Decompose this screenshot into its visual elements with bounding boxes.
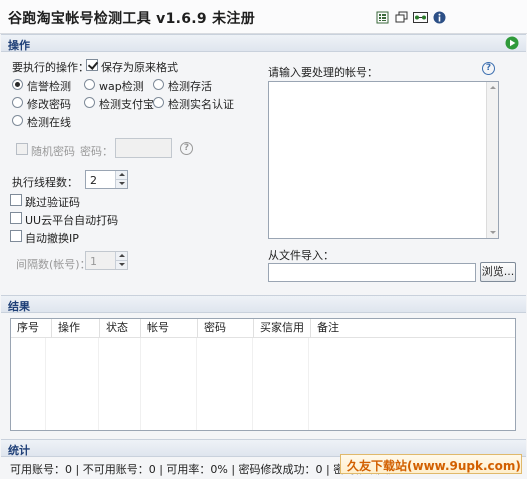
keep-format-label[interactable]: 保存为原来格式 (101, 59, 178, 75)
radio-check-alipay-label[interactable]: 检测支付宝 (99, 96, 154, 112)
accounts-label: 请输入要处理的帐号： (268, 66, 378, 79)
connection-icon[interactable] (413, 11, 428, 24)
radio-check-alive-label[interactable]: 检测存活 (168, 78, 212, 94)
column-divider (45, 338, 46, 430)
results-table[interactable]: 序号 操作 状态 帐号 密码 买家信用 备注 (10, 318, 516, 431)
column-divider (308, 338, 309, 430)
skip-captcha-label[interactable]: 跳过验证码 (25, 194, 80, 210)
browse-button[interactable]: 浏览... (480, 262, 516, 282)
import-file-field[interactable] (268, 263, 476, 282)
threads-stepper[interactable]: 2 (85, 170, 128, 189)
interval-label: 间隔数(帐号)： (16, 258, 91, 271)
threads-up-arrow[interactable] (116, 171, 127, 180)
auto-ip-checkbox[interactable] (10, 230, 22, 242)
results-section-header: 结果 (1, 295, 526, 313)
col-header-password[interactable]: 密码 (198, 319, 254, 338)
operation-section-title: 操作 (8, 39, 30, 52)
radio-change-password[interactable] (12, 97, 23, 108)
threads-value: 2 (90, 174, 97, 187)
radio-credit-check-label[interactable]: 信誉检测 (27, 78, 71, 94)
random-password-label: 随机密码 (31, 145, 75, 158)
radio-credit-check[interactable] (12, 79, 23, 90)
info-icon[interactable] (433, 11, 446, 24)
radio-check-alive[interactable] (153, 79, 164, 90)
skip-captcha-checkbox[interactable] (10, 194, 22, 206)
accounts-help-icon[interactable]: ? (482, 62, 495, 75)
threads-down-arrow[interactable] (116, 179, 127, 188)
col-header-status[interactable]: 状态 (100, 319, 141, 338)
radio-check-online[interactable] (12, 115, 23, 126)
threads-label: 执行线程数： (12, 176, 78, 189)
accounts-scrollbar[interactable] (486, 82, 498, 238)
radio-check-realname[interactable] (153, 97, 164, 108)
stats-section-title: 统计 (8, 444, 30, 457)
interval-value: 1 (90, 255, 97, 268)
interval-stepper[interactable]: 1 (85, 251, 128, 270)
play-icon[interactable] (505, 36, 519, 50)
col-header-account[interactable]: 帐号 (141, 319, 198, 338)
results-section-title: 结果 (8, 300, 30, 313)
radio-check-alipay[interactable] (84, 97, 95, 108)
col-header-note[interactable]: 备注 (311, 319, 515, 338)
keep-format-checkbox[interactable] (86, 59, 98, 71)
radio-change-password-label[interactable]: 修改密码 (27, 96, 71, 112)
radio-wap-check[interactable] (84, 79, 95, 90)
random-password-checkbox[interactable] (16, 143, 28, 155)
password-label: 密码： (80, 145, 113, 158)
column-divider (196, 338, 197, 430)
col-header-buyer-credit[interactable]: 买家信用 (254, 319, 311, 338)
password-help-icon[interactable]: ? (180, 142, 193, 155)
operation-section-header: 操作 (1, 34, 526, 52)
radio-check-online-label[interactable]: 检测在线 (27, 114, 71, 130)
auto-ip-label[interactable]: 自动撤换IP (25, 230, 79, 246)
accounts-textarea[interactable] (268, 81, 499, 239)
uu-captcha-label[interactable]: UU云平台自动打码 (25, 212, 118, 228)
radio-check-realname-label[interactable]: 检测实名认证 (168, 96, 234, 112)
interval-down-arrow[interactable] (116, 260, 127, 269)
watermark-banner: 久友下载站(www.9upk.com) (340, 454, 522, 474)
interval-up-arrow[interactable] (116, 252, 127, 261)
action-label: 要执行的操作： (12, 61, 89, 74)
password-field[interactable] (115, 138, 172, 158)
list-icon[interactable] (376, 11, 389, 24)
column-divider (140, 338, 141, 430)
import-label: 从文件导入： (268, 249, 334, 262)
restore-window-icon[interactable] (395, 11, 408, 24)
watermark-text: 久友下载站(www.9upk.com) (347, 459, 521, 473)
col-header-index[interactable]: 序号 (11, 319, 52, 338)
radio-wap-check-label[interactable]: wap检测 (99, 78, 144, 94)
col-header-action[interactable]: 操作 (52, 319, 100, 338)
uu-captcha-checkbox[interactable] (10, 212, 22, 224)
results-table-header: 序号 操作 状态 帐号 密码 买家信用 备注 (11, 319, 515, 338)
app-title: 谷跑淘宝帐号检测工具 v1.6.9 未注册 (8, 11, 256, 27)
column-divider (252, 338, 253, 430)
stats-summary: 可用账号：0 | 不可用账号：0 | 可用率：0% | 密码修改成功：0 | 密… (10, 463, 390, 476)
column-divider (98, 338, 99, 430)
